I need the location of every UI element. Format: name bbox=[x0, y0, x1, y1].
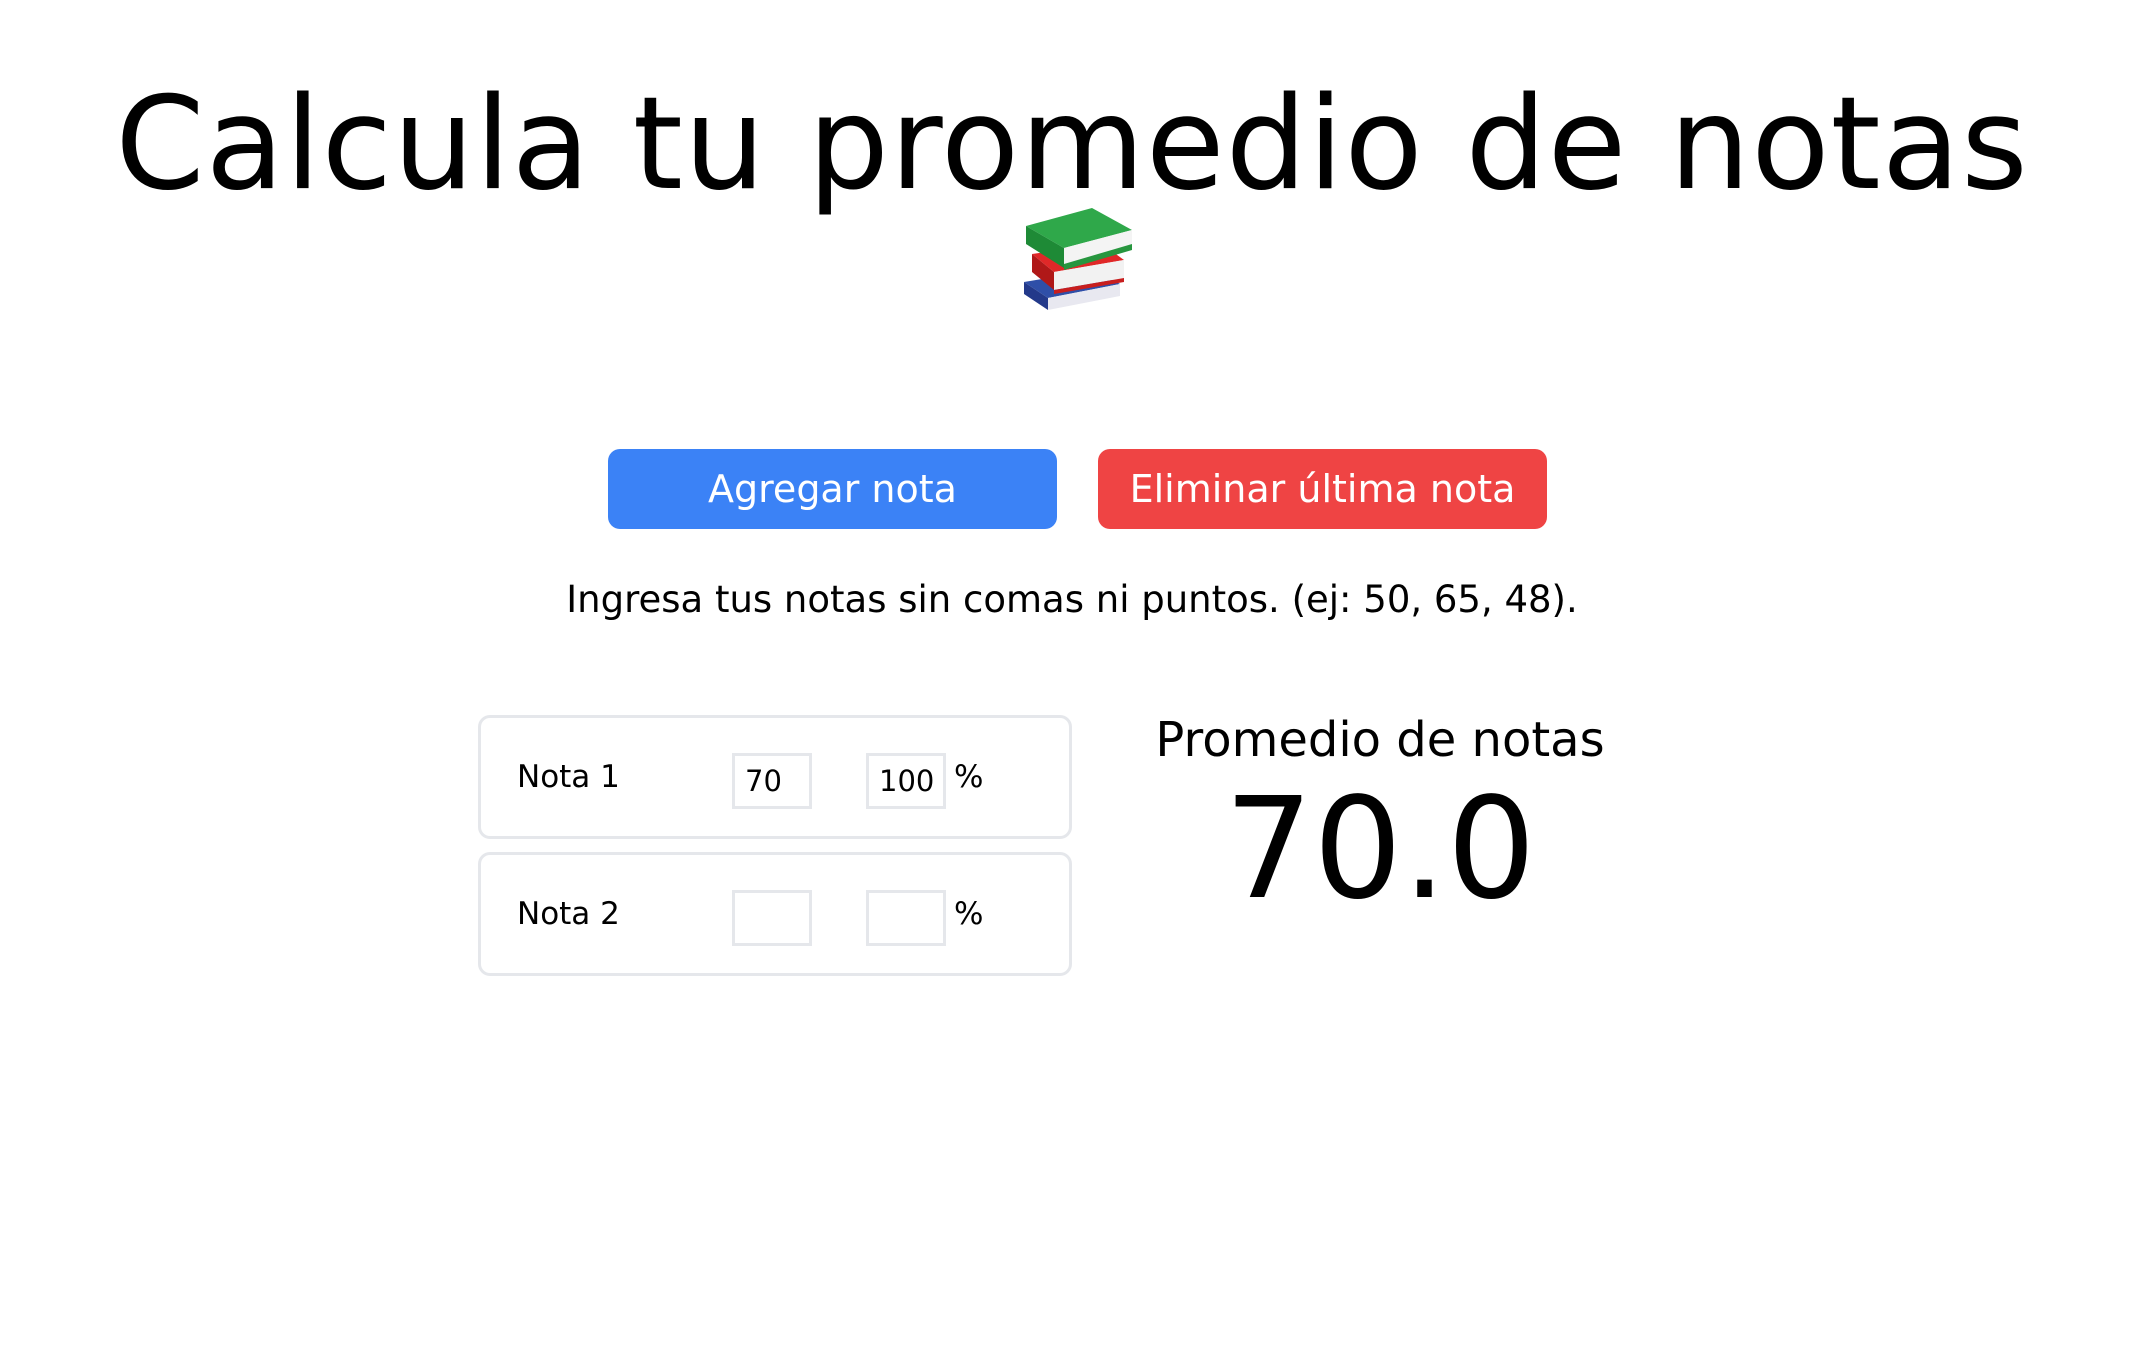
average-label: Promedio de notas bbox=[1155, 712, 1605, 768]
grade-row: Nota 2 % bbox=[478, 852, 1072, 976]
percent-input[interactable] bbox=[866, 753, 946, 809]
remove-last-grade-button[interactable]: Eliminar última nota bbox=[1098, 449, 1547, 529]
page-title: Calcula tu promedio de notas bbox=[115, 70, 2029, 219]
percent-input[interactable] bbox=[866, 890, 946, 946]
instructions-text: Ingresa tus notas sin comas ni puntos. (… bbox=[566, 578, 1578, 621]
grade-input[interactable] bbox=[732, 890, 812, 946]
books-icon bbox=[1018, 198, 1133, 318]
grade-label: Nota 2 bbox=[517, 896, 620, 932]
grade-input[interactable] bbox=[732, 753, 812, 809]
percent-sign: % bbox=[954, 759, 984, 795]
average-value: 70.0 bbox=[1224, 768, 1536, 931]
add-grade-button[interactable]: Agregar nota bbox=[608, 449, 1057, 529]
grade-row: Nota 1 % bbox=[478, 715, 1072, 839]
grade-label: Nota 1 bbox=[517, 759, 620, 795]
percent-sign: % bbox=[954, 896, 984, 932]
